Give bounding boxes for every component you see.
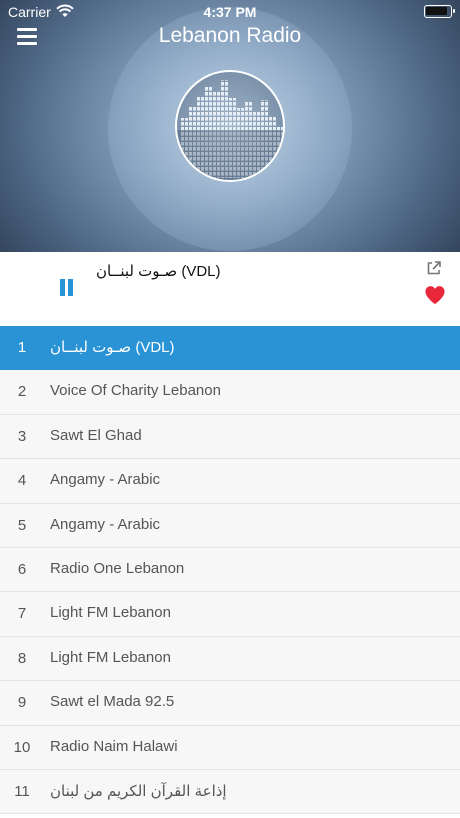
station-name: Light FM Lebanon <box>50 648 171 666</box>
station-list: 1 صـوت لبنــان (VDL) 2 Voice Of Charity Le… <box>0 326 460 815</box>
share-external-icon[interactable] <box>426 260 442 276</box>
station-row[interactable]: 8 Light FM Lebanon <box>0 636 460 682</box>
station-row[interactable]: 1 صـوت لبنــان (VDL) <box>0 326 460 371</box>
station-row[interactable]: 5 Angamy - Arabic <box>0 503 460 548</box>
status-bar: Carrier 4:37 PM <box>0 0 460 24</box>
station-number: 11 <box>14 782 30 800</box>
station-number: 9 <box>17 694 27 712</box>
app-title: Lebanon Radio <box>158 24 302 47</box>
station-number: 4 <box>17 472 27 490</box>
station-name: Voice Of Charity Lebanon <box>50 382 221 400</box>
header-banner: Carrier 4:37 PM Lebanon Radio <box>0 0 460 252</box>
station-row[interactable]: 7 Light FM Lebanon <box>0 592 460 637</box>
pause-button[interactable] <box>58 279 76 297</box>
station-name: Radio Naim Halawi <box>50 737 178 755</box>
station-number: 6 <box>17 560 27 578</box>
station-name: Light FM Lebanon <box>50 604 171 622</box>
station-name: Angamy - Arabic <box>50 515 161 533</box>
station-row[interactable]: 3 Sawt El Ghad <box>0 414 460 460</box>
station-number: 3 <box>17 427 27 445</box>
station-name: Sawt el Mada 92.5 <box>50 693 175 711</box>
station-row[interactable]: 2 Voice Of Charity Lebanon <box>0 370 460 415</box>
station-row[interactable]: 11 إذاعة القرآن الكريم من لبنان <box>0 769 460 815</box>
station-name: Angamy - Arabic <box>50 471 161 489</box>
equalizer-logo-icon <box>177 80 283 180</box>
station-row[interactable]: 9 Sawt el Mada 92.5 <box>0 681 460 726</box>
station-number: 10 <box>13 738 31 756</box>
station-name: إذاعة القرآن الكريم من لبنان <box>50 782 227 800</box>
station-name: Radio One Lebanon <box>50 559 185 577</box>
station-number: 1 <box>17 339 27 356</box>
now-playing-title: صـوت لبنــان (VDL) <box>96 263 221 280</box>
station-number: 2 <box>17 383 27 401</box>
clock: 4:37 PM <box>203 4 257 20</box>
station-number: 7 <box>17 605 27 623</box>
station-row[interactable]: 10 Radio Naim Halawi <box>0 725 460 770</box>
station-name: صـوت لبنــان (VDL) <box>50 339 175 356</box>
station-row[interactable]: 4 Angamy - Arabic <box>0 459 460 504</box>
station-number: 8 <box>17 649 27 667</box>
favorite-heart-icon[interactable] <box>424 285 446 305</box>
station-row[interactable]: 6 Radio One Lebanon <box>0 547 460 593</box>
station-logo <box>175 70 285 182</box>
station-number: 5 <box>17 516 27 534</box>
station-name: Sawt El Ghad <box>50 426 142 444</box>
battery-icon <box>424 5 455 18</box>
